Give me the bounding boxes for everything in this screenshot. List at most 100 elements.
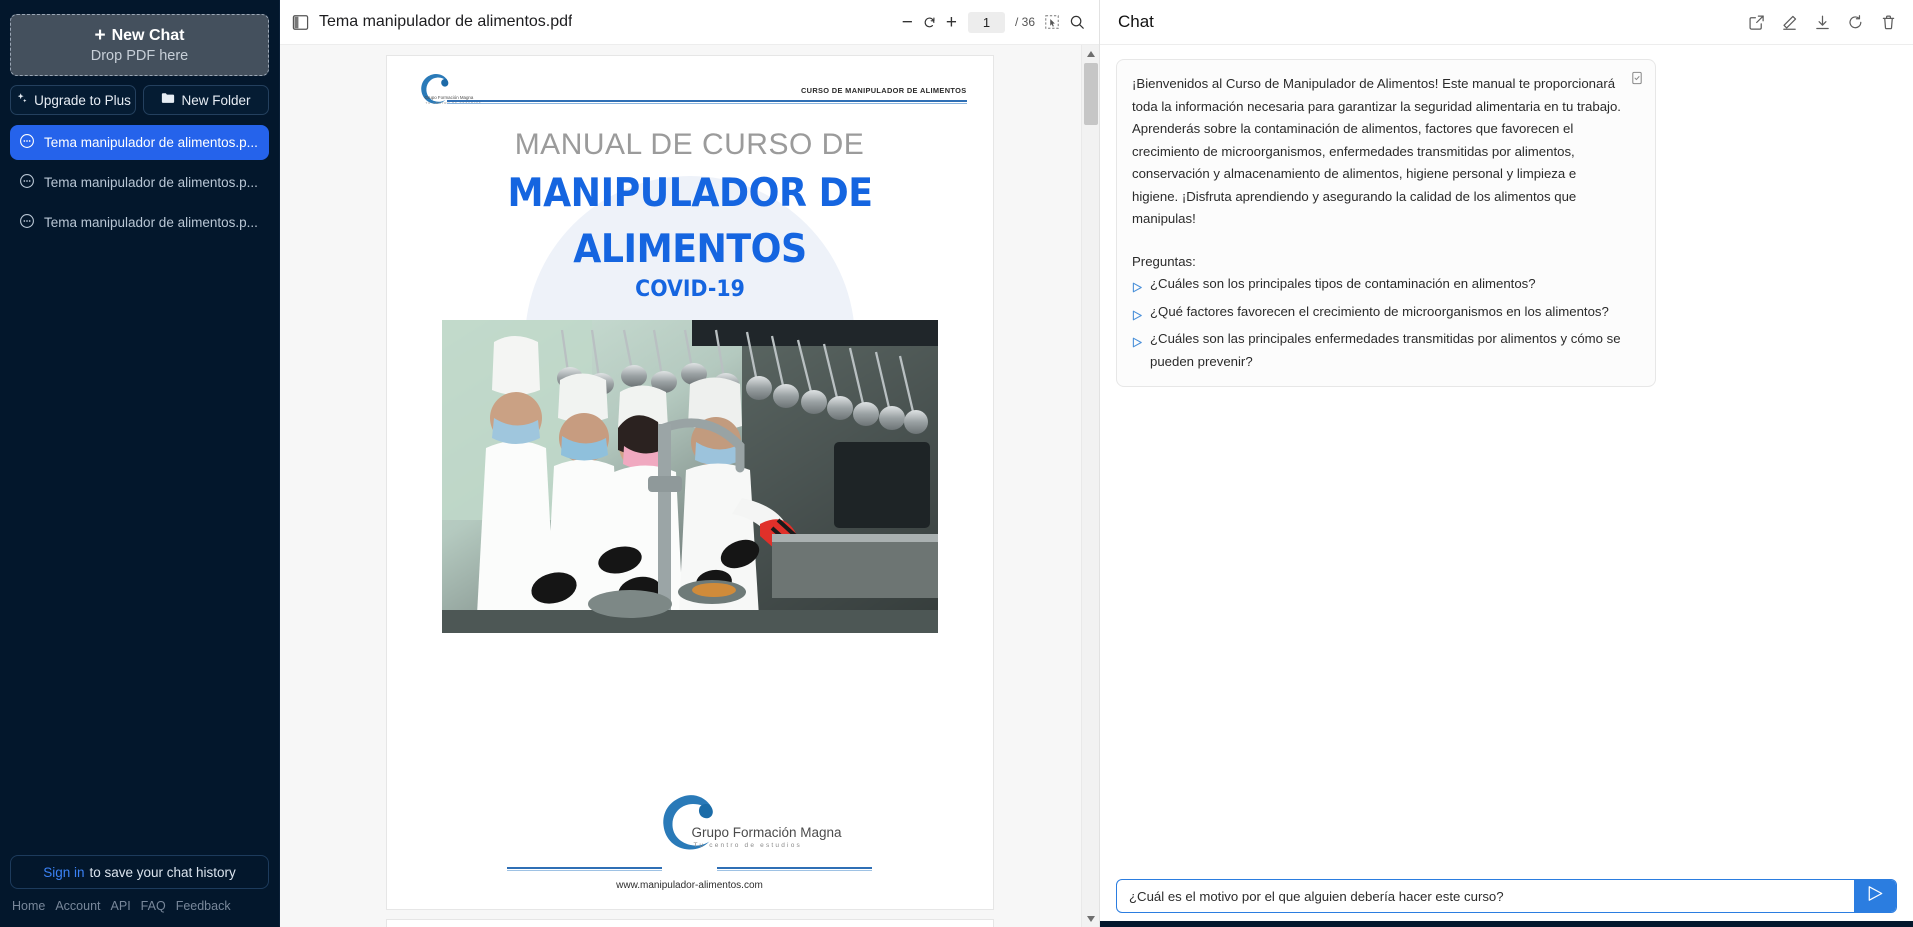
- pdf-scrollbar-thumb[interactable]: [1084, 63, 1098, 125]
- zoom-in-button[interactable]: +: [946, 13, 957, 32]
- assistant-message-body: ¡Bienvenidos al Curso de Manipulador de …: [1132, 76, 1621, 226]
- pdf-scroll-area[interactable]: Grupo Formación Magna TU CENTRO DE ESTUD…: [280, 45, 1099, 927]
- sidebar-chat-label: Tema manipulador de alimentos.p...: [44, 175, 258, 190]
- doc-title-line3: ALIMENTOS: [572, 227, 807, 273]
- doc-logo-tagline: Tu centro de estudios: [693, 842, 802, 849]
- pdf-file-title: Tema manipulador de alimentos.pdf: [319, 13, 573, 30]
- pdf-viewer-pane: Tema manipulador de alimentos.pdf − + 1 …: [280, 0, 1100, 927]
- questions-heading: Preguntas:: [1132, 253, 1196, 269]
- doc-header: Grupo Formación Magna TU CENTRO DE ESTUD…: [387, 56, 993, 108]
- chat-header-actions: [1748, 14, 1897, 31]
- play-triangle-icon: [1132, 333, 1143, 356]
- chat-title: Chat: [1118, 12, 1154, 31]
- plus-icon: +: [94, 24, 106, 46]
- edit-pencil-icon[interactable]: [1781, 14, 1798, 31]
- suggested-question-text: ¿Cuáles son las principales enfermedades…: [1150, 331, 1621, 369]
- download-icon[interactable]: [1814, 14, 1831, 31]
- doc-title-block: MANUAL DE CURSO DE MANIPULADOR DE ALIMEN…: [387, 128, 993, 302]
- doc-photo-chefs: [441, 319, 938, 633]
- chat-bubble-icon: [19, 173, 35, 192]
- rotate-icon[interactable]: [922, 15, 937, 30]
- scroll-up-arrow[interactable]: [1082, 45, 1099, 62]
- suggested-question-0[interactable]: ¿Cuáles son los principales tipos de con…: [1132, 273, 1621, 301]
- upgrade-to-plus-button[interactable]: Upgrade to Plus: [10, 85, 136, 115]
- sidebar-toggle-icon[interactable]: [292, 14, 309, 31]
- pdf-page-2: [385, 919, 994, 927]
- sidebar-footer: Sign in to save your chat history Home A…: [10, 855, 269, 927]
- doc-footer: Grupo Formación Magna Tu centro de estud…: [387, 787, 993, 909]
- drop-pdf-hint: Drop PDF here: [90, 47, 189, 64]
- doc-footer-rules: [387, 867, 993, 871]
- bottom-strip: [1100, 921, 1913, 927]
- page-total-label: / 36: [1014, 15, 1035, 29]
- sidebar-chat-item-2[interactable]: Tema manipulador de alimentos.p...: [10, 205, 269, 240]
- chat-input[interactable]: [1117, 880, 1854, 912]
- suggested-question-text: ¿Qué factores favorecen el crecimiento d…: [1150, 303, 1609, 319]
- folder-icon: [161, 92, 175, 108]
- new-chat-dropzone[interactable]: + New Chat Drop PDF here: [10, 14, 269, 76]
- footer-link-feedback[interactable]: Feedback: [176, 899, 231, 913]
- search-icon[interactable]: [1069, 14, 1085, 30]
- pdf-page-1: Grupo Formación Magna TU CENTRO DE ESTUD…: [385, 55, 994, 910]
- chat-input-wrapper[interactable]: [1116, 879, 1897, 913]
- new-folder-label: New Folder: [181, 92, 251, 108]
- doc-header-caption: CURSO DE MANIPULADOR DE ALIMENTOS: [800, 86, 967, 95]
- pdf-pages: Grupo Formación Magna TU CENTRO DE ESTUD…: [385, 55, 994, 927]
- doc-logo-small: Grupo Formación Magna TU CENTRO DE ESTUD…: [413, 68, 481, 114]
- doc-url: www.manipulador-alimentos.com: [616, 880, 763, 891]
- play-triangle-icon: [1132, 278, 1143, 301]
- upgrade-to-plus-label: Upgrade to Plus: [34, 92, 131, 108]
- chat-pane: Chat ¡Bienvenidos al Curso de Manipulado…: [1100, 0, 1913, 927]
- footer-link-api[interactable]: API: [111, 899, 131, 913]
- new-folder-button[interactable]: New Folder: [143, 85, 269, 115]
- footer-link-home[interactable]: Home: [12, 899, 45, 913]
- pdf-toolbar-controls: − + 1 / 36: [902, 11, 1085, 33]
- pdf-scrollbar[interactable]: [1081, 45, 1099, 927]
- footer-links: Home Account API FAQ Feedback: [10, 899, 269, 921]
- assistant-message: ¡Bienvenidos al Curso de Manipulador de …: [1116, 59, 1656, 387]
- trash-icon[interactable]: [1880, 14, 1897, 31]
- doc-footer-rule-left: [507, 867, 662, 871]
- doc-title-line4: COVID-19: [634, 276, 745, 302]
- doc-footer-rule-right: [717, 867, 872, 871]
- doc-title-line1: MANUAL DE CURSO DE: [514, 128, 865, 161]
- sign-in-banner[interactable]: Sign in to save your chat history: [10, 855, 269, 889]
- sparkle-icon: [15, 92, 28, 108]
- sidebar: + New Chat Drop PDF here Upgrade to Plus…: [0, 0, 280, 927]
- sidebar-chat-label: Tema manipulador de alimentos.p...: [44, 215, 258, 230]
- doc-logo-large: Grupo Formación Magna Tu centro de estud…: [646, 787, 842, 865]
- chat-bubble-icon: [19, 213, 35, 232]
- suggested-question-text: ¿Cuáles son los principales tipos de con…: [1150, 276, 1536, 291]
- refresh-icon[interactable]: [1847, 14, 1864, 31]
- chat-header: Chat: [1100, 0, 1913, 45]
- chat-bubble-icon: [19, 133, 35, 152]
- copy-icon[interactable]: [1630, 71, 1644, 90]
- new-chat-title: + New Chat: [94, 24, 184, 46]
- sidebar-chat-item-0[interactable]: Tema manipulador de alimentos.p...: [10, 125, 269, 160]
- doc-header-rule-thin: [446, 103, 967, 104]
- app-root: + New Chat Drop PDF here Upgrade to Plus…: [0, 0, 1913, 927]
- doc-logo-name: Grupo Formación Magna: [691, 825, 842, 840]
- play-triangle-icon: [1132, 306, 1143, 329]
- doc-title-line2: MANIPULADOR DE: [506, 171, 873, 216]
- suggested-question-2[interactable]: ¿Cuáles son las principales enfermedades…: [1132, 328, 1621, 373]
- chat-history-list: Tema manipulador de alimentos.p... Tema …: [10, 125, 269, 245]
- sidebar-chat-item-1[interactable]: Tema manipulador de alimentos.p...: [10, 165, 269, 200]
- footer-link-account[interactable]: Account: [55, 899, 100, 913]
- doc-header-rule: [446, 100, 967, 102]
- select-cursor-icon[interactable]: [1044, 14, 1060, 30]
- sidebar-action-buttons: Upgrade to Plus New Folder: [10, 85, 269, 115]
- share-icon[interactable]: [1748, 14, 1765, 31]
- footer-link-faq[interactable]: FAQ: [141, 899, 166, 913]
- chat-input-area: [1100, 879, 1913, 927]
- sign-in-text: to save your chat history: [89, 864, 236, 880]
- sign-in-link[interactable]: Sign in: [43, 865, 84, 880]
- zoom-out-button[interactable]: −: [902, 13, 913, 32]
- send-button[interactable]: [1854, 880, 1896, 912]
- send-icon: [1867, 885, 1884, 907]
- suggested-question-1[interactable]: ¿Qué factores favorecen el crecimiento d…: [1132, 301, 1621, 329]
- page-number-input[interactable]: 1: [967, 11, 1005, 33]
- scroll-down-arrow[interactable]: [1082, 910, 1099, 927]
- pdf-toolbar: Tema manipulador de alimentos.pdf − + 1 …: [280, 0, 1099, 45]
- chat-message-list: ¡Bienvenidos al Curso de Manipulador de …: [1100, 45, 1913, 879]
